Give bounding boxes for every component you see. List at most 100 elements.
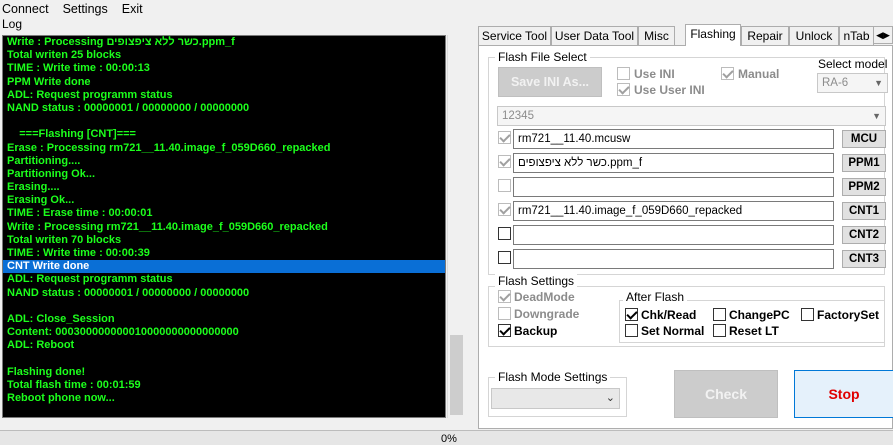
check-button[interactable]: Check <box>674 370 778 418</box>
log-line: Flashing done! <box>7 365 86 378</box>
flashing-panel: Flash File Select Save INI As... Use INI… <box>478 45 893 429</box>
factory-set-label: FactorySet <box>817 308 880 322</box>
deadmode-label: DeadMode <box>514 290 575 304</box>
tab-misc[interactable]: Misc <box>638 26 675 46</box>
ppm1-button[interactable]: PPM1 <box>842 154 886 172</box>
log-group: Log Write : Processing כשר ללא ציפצופים.… <box>0 16 474 429</box>
log-line: Content: 000300000000010000000000000000 <box>7 326 239 339</box>
tab-scroll-arrows[interactable]: ◀▶ <box>873 26 893 44</box>
save-ini-button[interactable]: Save INI As... <box>498 67 602 97</box>
log-line: TIME : Write time : 00:00:39 <box>7 247 150 259</box>
change-pc-label: ChangePC <box>729 308 790 322</box>
change-pc-checkbox[interactable] <box>713 308 726 321</box>
use-user-ini-checkbox[interactable] <box>617 83 630 96</box>
cnt2-path-field[interactable] <box>513 225 834 245</box>
tab-user-data-tool[interactable]: User Data Tool <box>551 26 638 46</box>
cnt1-path-field[interactable]: rm721__11.40.image_f_059D660_repacked <box>513 201 834 221</box>
log-line: Total writen 25 blocks <box>7 49 122 62</box>
ppm1-path-field[interactable]: כשר ללא ציפצופים.ppm_f <box>513 153 834 173</box>
flash-mode-title: Flash Mode Settings <box>495 370 611 384</box>
log-line: Total flash time : 00:01:59 <box>7 378 141 391</box>
log-label: Log <box>2 17 23 31</box>
log-line: TIME : Erase time : 00:00:01 <box>7 207 153 220</box>
progress-text: 0% <box>441 433 457 445</box>
downgrade-checkbox[interactable] <box>498 307 511 320</box>
log-line: Erasing.... <box>7 181 60 194</box>
cnt3-checkbox[interactable] <box>498 251 511 264</box>
cnt3-path-field[interactable] <box>513 249 834 269</box>
log-line: Erase : Processing rm721__11.40.image_f_… <box>7 141 331 154</box>
flash-file-select-title: Flash File Select <box>495 50 590 64</box>
log-line: ===Flashing [CNT]=== <box>7 128 136 141</box>
ppm1-checkbox[interactable] <box>498 155 511 168</box>
ppm2-checkbox[interactable] <box>498 179 511 192</box>
use-ini-label: Use INI <box>634 67 675 81</box>
tab-flashing[interactable]: Flashing <box>685 24 741 46</box>
flash-mode-select[interactable]: ⌄ <box>491 388 620 409</box>
model-select[interactable]: RA-6 ▼ <box>817 73 888 93</box>
log-line: ADL: Reboot <box>7 339 75 352</box>
log-line: NAND status : 00000001 / 00000000 / 0000… <box>7 286 250 299</box>
mcu-path-field[interactable]: rm721__11.40.mcusw <box>513 129 834 149</box>
cnt2-button[interactable]: CNT2 <box>842 226 886 244</box>
log-line: ADL: Request programm status <box>7 273 173 286</box>
menu-connect[interactable]: Connect <box>0 2 55 16</box>
deadmode-checkbox[interactable] <box>498 290 511 303</box>
mcu-button[interactable]: MCU <box>842 130 886 148</box>
cnt2-checkbox[interactable] <box>498 227 511 240</box>
tab-service-tool[interactable]: Service Tool <box>478 26 551 46</box>
cnt1-checkbox[interactable] <box>498 203 511 216</box>
ini-select[interactable]: 12345 ▼ <box>497 106 886 126</box>
flash-settings-title: Flash Settings <box>495 274 578 288</box>
ini-select-value: 12345 <box>502 110 534 122</box>
cnt1-button[interactable]: CNT1 <box>842 202 886 220</box>
mcu-checkbox[interactable] <box>498 131 511 144</box>
log-line: Total writen 70 blocks <box>7 233 122 246</box>
log-line: CNT Write done <box>3 260 445 274</box>
log-line: TIME : Write time : 00:00:13 <box>7 62 150 75</box>
chevron-down-icon: ▼ <box>874 78 883 88</box>
log-line: Partitioning Ok... <box>7 167 96 180</box>
log-line: Write : Processing rm721__11.40.image_f_… <box>7 220 328 233</box>
log-scrollbar[interactable] <box>447 35 464 418</box>
ppm2-path-field[interactable] <box>513 177 834 197</box>
log-console[interactable]: Write : Processing כשר ללא ציפצופים.ppm_… <box>2 35 446 418</box>
chk-read-label: Chk/Read <box>641 308 697 322</box>
manual-label: Manual <box>738 67 780 81</box>
after-flash-title: After Flash <box>623 290 688 304</box>
factory-set-checkbox[interactable] <box>801 308 814 321</box>
log-line: Reboot phone now... <box>7 392 115 405</box>
tab-unlock[interactable]: Unlock <box>789 26 839 46</box>
menu-settings[interactable]: Settings <box>61 2 114 16</box>
log-line: PPM Write done <box>7 75 91 88</box>
cnt3-button[interactable]: CNT3 <box>842 250 886 268</box>
manual-checkbox[interactable] <box>721 67 734 80</box>
tab-repair[interactable]: Repair <box>741 26 789 46</box>
model-select-value: RA-6 <box>822 77 849 89</box>
log-line: ADL: Request programm status <box>7 88 173 101</box>
chevron-down-icon: ▼ <box>872 111 881 121</box>
log-line: Erasing Ok... <box>7 194 75 207</box>
use-user-ini-label: Use User INI <box>634 83 705 97</box>
backup-label: Backup <box>514 324 558 338</box>
log-line: Write : Processing כשר ללא ציפצופים.ppm_… <box>7 36 235 48</box>
log-scrollbar-thumb[interactable] <box>450 335 463 415</box>
backup-checkbox[interactable] <box>498 324 511 337</box>
ppm2-button[interactable]: PPM2 <box>842 178 886 196</box>
log-line: Partitioning.... <box>7 154 81 167</box>
chk-read-checkbox[interactable] <box>625 308 638 321</box>
progress-bar: 0% <box>0 430 893 445</box>
stop-button[interactable]: Stop <box>794 370 893 418</box>
set-normal-checkbox[interactable] <box>625 324 638 337</box>
tab-strip: Service Tool User Data Tool Misc Flashin… <box>478 24 893 46</box>
use-ini-checkbox[interactable] <box>617 67 630 80</box>
tab-ntab[interactable]: nTab <box>839 26 874 46</box>
chevron-down-icon: ⌄ <box>605 392 615 404</box>
reset-lt-checkbox[interactable] <box>713 324 726 337</box>
menu-exit[interactable]: Exit <box>120 2 149 16</box>
set-normal-label: Set Normal <box>641 324 705 338</box>
log-line: NAND status : 00000001 / 00000000 / 0000… <box>7 101 250 114</box>
